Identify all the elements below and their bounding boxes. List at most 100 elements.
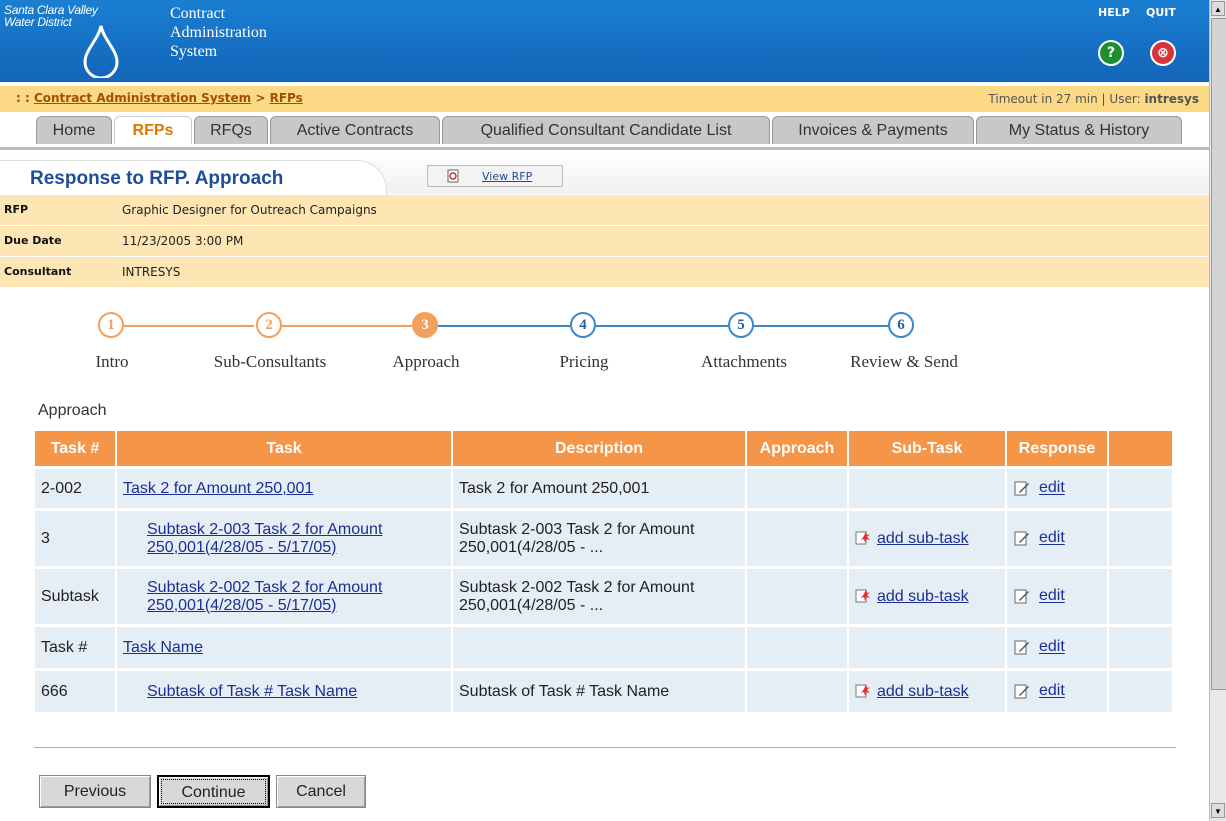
- add-sub-task-link[interactable]: add sub-task: [877, 683, 969, 700]
- step-connector: [596, 325, 728, 327]
- step-3-circle: 3: [412, 312, 438, 338]
- tab-home[interactable]: Home: [36, 116, 112, 144]
- page: Santa Clara Valley Water District Contra…: [0, 0, 1209, 821]
- breadcrumb-link-rfps[interactable]: RFPs: [270, 91, 303, 105]
- task-link-line2: 250,001(4/28/05 - 5/17/05): [147, 596, 337, 614]
- task-link[interactable]: Subtask 2-002 Task 2 for Amount 250,001(4…: [147, 579, 382, 614]
- scrollbar-thumb[interactable]: [1211, 18, 1226, 690]
- app-title-line2: Administration: [170, 24, 267, 41]
- user-name: intresys: [1144, 92, 1199, 106]
- description-line1: Subtask 2-003 Task 2 for Amount: [459, 520, 695, 538]
- step-5-circle[interactable]: 5: [728, 312, 754, 338]
- app-header: Santa Clara Valley Water District Contra…: [0, 0, 1209, 82]
- quit-label[interactable]: QUIT: [1146, 6, 1176, 19]
- col-header-response: Response: [1007, 431, 1109, 466]
- approach-cell: [747, 668, 849, 712]
- task-link[interactable]: Subtask 2-003 Task 2 for Amount 250,001(4…: [147, 521, 382, 556]
- approach-cell: [747, 624, 849, 668]
- consultant-value: INTRESYS: [122, 265, 181, 279]
- info-row-rfp: RFP Graphic Designer for Outreach Campai…: [0, 195, 1209, 226]
- task-cell: Subtask 2-003 Task 2 for Amount 250,001(4…: [117, 508, 453, 566]
- edit-link[interactable]: edit: [1039, 588, 1065, 605]
- add-sub-task-link[interactable]: add sub-task: [877, 588, 969, 605]
- step-2-label: Sub-Consultants: [213, 352, 327, 371]
- scroll-down-arrow-icon[interactable]: ▼: [1211, 803, 1225, 818]
- table-row: Subtask Subtask 2-002 Task 2 for Amount 2…: [35, 566, 1174, 624]
- table-row: 666 Subtask of Task # Task Name Subtask …: [35, 668, 1174, 712]
- previous-button[interactable]: Previous: [39, 775, 151, 808]
- edit-icon[interactable]: [1013, 529, 1031, 547]
- step-3-label: Approach: [392, 352, 460, 371]
- info-row-due-date: Due Date 11/23/2005 3:00 PM: [0, 226, 1209, 257]
- vertical-scrollbar[interactable]: ▲ ▼: [1209, 0, 1226, 821]
- tab-invoices-payments[interactable]: Invoices & Payments: [772, 116, 974, 144]
- tab-active-contracts[interactable]: Active Contracts: [270, 116, 440, 144]
- task-link[interactable]: Subtask of Task # Task Name: [147, 683, 357, 700]
- task-num-cell: 666: [35, 668, 117, 712]
- main-nav: Home RFPs RFQs Active Contracts Qualifie…: [0, 112, 1209, 148]
- help-label[interactable]: HELP: [1098, 6, 1130, 19]
- edit-link[interactable]: edit: [1039, 683, 1065, 700]
- sub-task-cell: [849, 624, 1007, 668]
- help-icon[interactable]: ?: [1098, 40, 1124, 66]
- task-link[interactable]: Task 2 for Amount 250,001: [123, 480, 313, 497]
- app-title-line3: System: [170, 43, 218, 60]
- breadcrumb-link-root[interactable]: Contract Administration System: [34, 91, 251, 105]
- sub-task-cell: add sub-task: [849, 566, 1007, 624]
- task-num-cell: Task #: [35, 624, 117, 668]
- tab-rfqs[interactable]: RFQs: [194, 116, 268, 144]
- rfp-value: Graphic Designer for Outreach Campaigns: [122, 203, 377, 217]
- step-connector: [754, 325, 888, 327]
- tab-my-status-history[interactable]: My Status & History: [976, 116, 1182, 144]
- scroll-up-arrow-icon[interactable]: ▲: [1211, 1, 1225, 16]
- quit-icon[interactable]: ⊗: [1150, 40, 1176, 66]
- edit-link[interactable]: edit: [1039, 480, 1065, 497]
- task-link[interactable]: Task Name: [123, 639, 203, 656]
- description-line2: 250,001(4/28/05 - ...: [459, 596, 604, 614]
- sub-task-cell: add sub-task: [849, 508, 1007, 566]
- edit-icon[interactable]: [1013, 479, 1031, 497]
- edit-link[interactable]: edit: [1039, 530, 1065, 547]
- table-row: 2-002 Task 2 for Amount 250,001 Task 2 f…: [35, 466, 1174, 508]
- col-header-task-num: Task #: [35, 431, 117, 466]
- add-sub-task-link[interactable]: add sub-task: [877, 530, 969, 547]
- step-5-label: Attachments: [701, 352, 787, 371]
- section-divider: [34, 747, 1176, 748]
- water-drop-logo-icon: [83, 25, 119, 78]
- col-header-sub-task: Sub-Task: [849, 431, 1007, 466]
- step-2-circle[interactable]: 2: [256, 312, 282, 338]
- edit-icon[interactable]: [1013, 587, 1031, 605]
- approach-cell: [747, 566, 849, 624]
- info-row-consultant: Consultant INTRESYS: [0, 257, 1209, 288]
- task-num-cell: 3: [35, 508, 117, 566]
- view-rfp-label: View RFP: [482, 170, 533, 183]
- task-num-cell: 2-002: [35, 466, 117, 508]
- edit-icon[interactable]: [1013, 682, 1031, 700]
- add-subtask-icon[interactable]: [855, 588, 871, 604]
- step-4-circle[interactable]: 4: [570, 312, 596, 338]
- task-cell: Task 2 for Amount 250,001: [117, 466, 453, 508]
- response-cell: edit: [1007, 624, 1109, 668]
- add-subtask-icon[interactable]: [855, 530, 871, 546]
- cancel-button[interactable]: Cancel: [276, 775, 366, 808]
- session-divider: |: [1101, 92, 1106, 106]
- table-row: Task # Task Name edit: [35, 624, 1174, 668]
- edit-link[interactable]: edit: [1039, 639, 1065, 656]
- blank-cell: [1109, 508, 1174, 566]
- add-subtask-icon[interactable]: [855, 683, 871, 699]
- step-4-label: Pricing: [559, 352, 609, 371]
- description-cell: Task 2 for Amount 250,001: [453, 466, 747, 508]
- task-cell: Subtask of Task # Task Name: [117, 668, 453, 712]
- continue-button[interactable]: Continue: [157, 775, 270, 808]
- step-6-circle[interactable]: 6: [888, 312, 914, 338]
- edit-icon[interactable]: [1013, 638, 1031, 656]
- view-rfp-button[interactable]: View RFP: [427, 165, 563, 187]
- user-label: User:: [1109, 92, 1141, 106]
- page-title: Response to RFP. Approach: [30, 168, 284, 189]
- blank-cell: [1109, 466, 1174, 508]
- table-header-row: Task # Task Description Approach Sub-Tas…: [35, 431, 1174, 466]
- table-row: 3 Subtask 2-003 Task 2 for Amount 250,001…: [35, 508, 1174, 566]
- tab-rfps[interactable]: RFPs: [114, 116, 192, 144]
- step-1-circle[interactable]: 1: [98, 312, 124, 338]
- tab-qualified-consultant-candidate-list[interactable]: Qualified Consultant Candidate List: [442, 116, 770, 144]
